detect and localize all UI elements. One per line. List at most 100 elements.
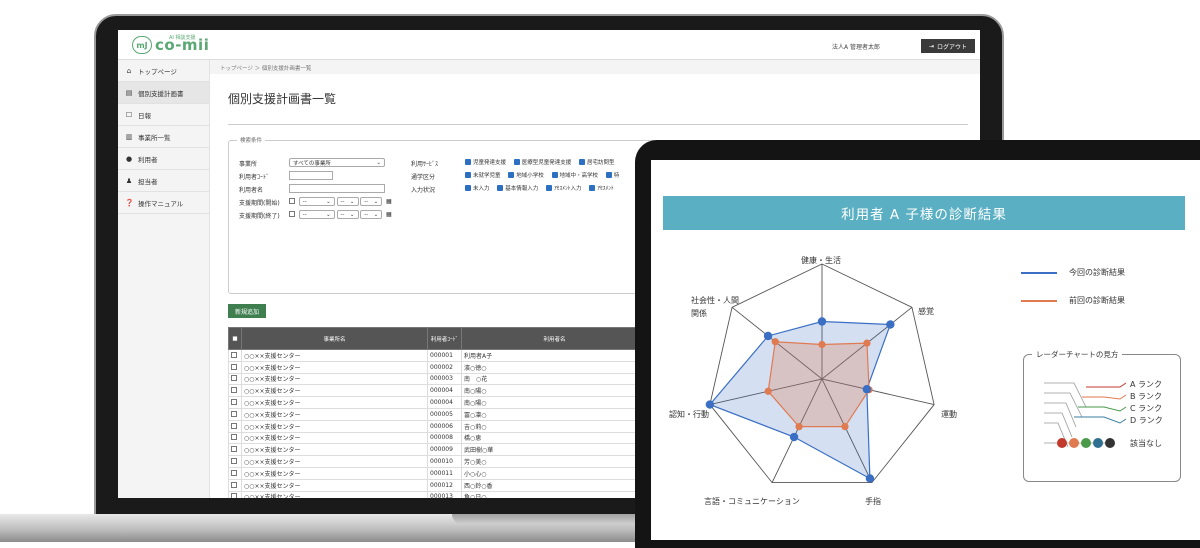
column-user-name: 利用者名 [461,327,648,350]
period-start-checkbox[interactable] [289,197,295,204]
table-row[interactable]: ○○××支援センター 000005 冨○凜○ [228,407,648,421]
row-checkbox[interactable] [228,407,242,421]
cell-user-code: 000008 [427,431,462,445]
school-option[interactable]: 地域小学校 [508,172,544,179]
rank-d-label: D ランク [1130,416,1163,425]
user-name: 法人A 管理者太郎 [832,44,881,51]
input-status-label: 入力状況 [411,187,436,194]
axis-label-health: 健康・生活 [801,256,841,265]
period-end-month[interactable]: -- ⌄ [336,210,359,219]
option-label: 基本情報入力 [505,186,539,192]
rank-d-dot [1093,438,1103,448]
radar-point [818,340,826,349]
axis-label-cognition: 認知・行動 [669,410,709,419]
row-checkbox-icon [231,493,237,498]
period-start-day[interactable]: -- ⌄ [360,197,383,206]
period-end-day[interactable]: -- ⌄ [360,210,383,219]
logout-icon: ⇥ [928,42,934,50]
sidebar-item-top[interactable]: ⌂ トップページ [118,60,209,82]
date-placeholder: -- [364,211,369,218]
cell-user-name: 冨○凜○ [461,407,648,421]
row-checkbox[interactable] [228,372,242,386]
period-end-label: 支援期間(終了) [239,213,280,220]
row-checkbox[interactable] [228,466,242,480]
period-start-month[interactable]: -- ⌄ [336,197,359,206]
row-checkbox-icon [231,469,237,476]
input-status-option[interactable]: ｱｾｽﾒﾝﾄ [589,185,614,192]
row-checkbox[interactable] [228,490,242,498]
table-row[interactable]: ○○××支援センター 000012 西○鈴○香 [228,478,648,492]
radar-point [886,320,895,329]
table-row[interactable]: ○○××支援センター 000013 魚○日○ [228,490,648,498]
school-option[interactable]: 未就学児童 [465,172,501,179]
table-row[interactable]: ○○××支援センター 000003 南 ○花 [228,372,648,386]
service-option[interactable]: 児童発達支援 [465,159,506,166]
sidebar-item-daily[interactable]: ☐ 日報 [118,104,209,126]
table-row[interactable]: ○○××支援センター 000008 橋○恵 [228,431,648,445]
table-row[interactable]: ○○××支援センター 000004 南○陽○ [228,396,648,409]
option-label: 未就学児童 [473,173,501,179]
checkbox-checked-icon [579,159,586,165]
row-checkbox[interactable] [228,419,242,433]
office-label: 事業所 [239,161,258,168]
table-row[interactable]: ○○××支援センター 000006 吉○莉○ [228,419,648,433]
sidebar-item-offices[interactable]: ▥ 事業所一覧 [118,126,209,148]
staff-icon: ♟ [125,176,133,185]
period-start-year[interactable]: -- ⌄ [298,197,335,206]
row-checkbox-icon [231,399,237,406]
row-checkbox-icon [231,375,237,382]
cell-user-code: 000009 [427,443,462,457]
page-title: 個別支援計画書一覧 [228,92,337,106]
service-option[interactable]: 居宅訪問型 [579,159,615,166]
table-row[interactable]: ○○××支援センター 000009 武田樹○華 [228,443,648,457]
row-checkbox[interactable] [228,455,242,468]
search-legend: 検索条件 [237,136,266,144]
calendar-icon[interactable]: ▦ [386,198,392,205]
row-checkbox[interactable] [228,384,242,398]
row-checkbox[interactable] [228,431,242,445]
option-label: ｱｾｽﾒﾝﾄ [597,186,614,192]
row-checkbox[interactable] [228,349,242,362]
table-row[interactable]: ○○××支援センター 000002 濱○徳○ [228,360,648,374]
period-start-label: 支援期間(開始) [239,200,280,207]
table-row[interactable]: ○○××支援センター 000004 南○陽○ [228,384,648,398]
app-logo[interactable]: mJ co-mii AI 相談支援 [132,35,209,55]
row-checkbox[interactable] [228,443,242,457]
table-row[interactable]: ○○××支援センター 000010 芳○美○ [228,455,648,468]
period-end-checkbox[interactable] [289,210,295,217]
logout-button[interactable]: ⇥ ログアウト [921,39,975,53]
service-option[interactable]: 医療型児童発達支援 [513,159,571,166]
table-row[interactable]: ○○××支援センター 000011 小○心○ [228,466,648,480]
sidebar-item-plan[interactable]: ▤ 個別支援計画書 [118,82,209,104]
user-code-input[interactable] [289,171,333,180]
row-checkbox[interactable] [228,396,242,409]
rank-d-line [1074,416,1127,424]
user-name-input[interactable] [289,184,385,193]
row-checkbox[interactable] [228,478,242,492]
period-start-row: -- ⌄ -- ⌄ -- ⌄ ▦ [289,197,392,206]
school-option[interactable]: 特 [605,172,619,179]
input-status-option[interactable]: 未入力 [465,185,490,192]
sidebar-item-staff[interactable]: ♟ 担当者 [118,170,209,192]
checkbox-checked-icon [589,185,596,191]
legend-previous-line [1021,300,1057,302]
select-all-checkbox[interactable]: ■ [228,327,242,350]
table-row[interactable]: ○○××支援センター 000001 利用者A子 [228,349,648,362]
radar-point [863,339,871,347]
chevron-down-icon: ⌄ [349,211,355,218]
row-checkbox[interactable] [228,360,242,374]
period-end-year[interactable]: -- ⌄ [298,210,335,219]
add-new-button[interactable]: 新規追加 [228,304,266,318]
cell-office: ○○××支援センター [241,372,428,386]
sidebar-item-manual[interactable]: ❓ 操作マニュアル [118,192,209,214]
office-select[interactable]: すべての事業所 ⌄ [289,158,385,167]
input-status-option[interactable]: ｱｾｽﾒﾝﾄ入力 [546,185,582,192]
input-status-option[interactable]: 基本情報入力 [497,185,539,192]
sidebar-item-users[interactable]: ● 利用者 [118,148,209,170]
checkbox-checked-icon [546,185,553,191]
cell-office: ○○××支援センター [241,455,428,468]
calendar-icon[interactable]: ▦ [386,211,392,218]
school-option[interactable]: 地域中・高学校 [551,172,598,179]
cell-user-name: 利用者A子 [461,349,648,362]
radar-point [764,387,772,395]
